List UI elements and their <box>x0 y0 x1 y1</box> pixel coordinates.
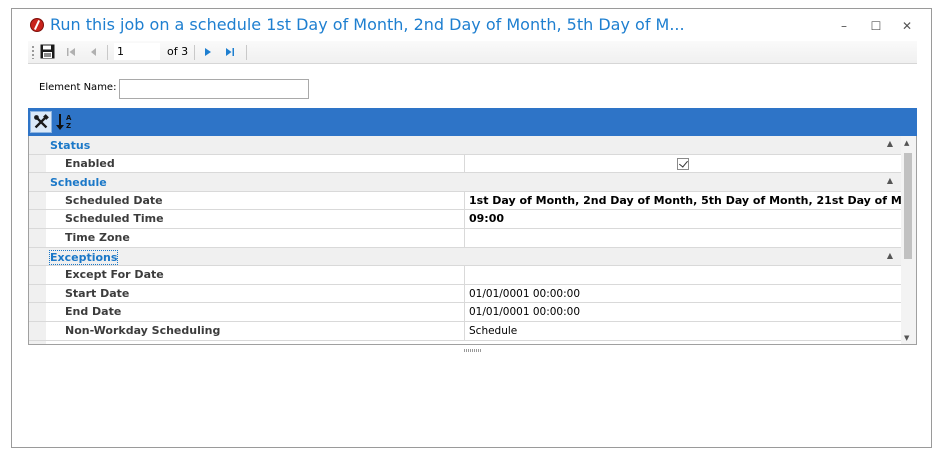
maximize-button[interactable]: ☐ <box>865 17 887 35</box>
app-logo-icon <box>30 18 44 32</box>
property-name: Enabled <box>46 154 465 173</box>
property-row-except-for-date[interactable]: Except For Date <box>29 266 901 285</box>
property-rows: Status ▲ Enabled Schedule ▲ Scheduled Da… <box>29 136 901 341</box>
property-row-start-date[interactable]: Start Date 01/01/0001 00:00:00 <box>29 284 901 304</box>
title-bar: Run this job on a schedule 1st Day of Mo… <box>12 9 931 43</box>
property-name: End Date <box>46 303 465 321</box>
last-record-icon[interactable] <box>224 46 236 58</box>
property-value[interactable]: 01/01/0001 00:00:00 <box>466 303 901 321</box>
element-name-label: Element Name: <box>39 82 117 93</box>
category-status[interactable]: Status ▲ <box>29 136 901 155</box>
property-grid: Status ▲ Enabled Schedule ▲ Scheduled Da… <box>28 136 917 345</box>
property-value[interactable]: 01/01/0001 00:00:00 <box>466 285 901 303</box>
property-value[interactable]: Schedule <box>466 322 901 340</box>
category-exceptions[interactable]: Exceptions ▲ <box>29 247 901 267</box>
save-close-icon[interactable] <box>40 44 55 59</box>
page-count-label: of 3 <box>167 45 189 58</box>
next-record-icon[interactable] <box>202 46 214 58</box>
property-value[interactable] <box>466 266 901 284</box>
separator <box>194 45 195 60</box>
collapse-icon[interactable]: ▲ <box>887 176 893 185</box>
property-row-end-date[interactable]: End Date 01/01/0001 00:00:00 <box>29 303 901 322</box>
property-row-scheduled-date[interactable]: Scheduled Date 1st Day of Month, 2nd Day… <box>29 191 901 211</box>
current-page-input[interactable] <box>114 43 160 60</box>
scroll-thumb[interactable] <box>904 153 912 259</box>
svg-text:A: A <box>66 114 72 122</box>
scroll-up-icon[interactable]: ▲ <box>904 139 909 147</box>
categorized-view-icon[interactable] <box>30 111 52 133</box>
property-row-non-workday-scheduling[interactable]: Non-Workday Scheduling Schedule <box>29 321 901 341</box>
collapse-icon[interactable]: ▲ <box>887 139 893 148</box>
enabled-checkbox[interactable] <box>677 157 689 170</box>
property-name: Time Zone <box>46 228 465 247</box>
first-record-icon[interactable] <box>65 46 77 58</box>
category-label: Exceptions <box>48 249 119 265</box>
property-name: Start Date <box>46 284 465 303</box>
property-value[interactable]: 09:00 <box>466 210 901 228</box>
alphabetical-sort-icon[interactable]: A Z <box>54 111 76 133</box>
property-row-scheduled-time[interactable]: Scheduled Time 09:00 <box>29 210 901 229</box>
property-name: Scheduled Time <box>46 210 465 228</box>
property-name: Scheduled Date <box>46 191 465 210</box>
property-row-time-zone[interactable]: Time Zone <box>29 228 901 248</box>
previous-record-icon[interactable] <box>88 46 100 58</box>
toolbar-grip[interactable] <box>32 46 34 59</box>
record-navigator: of 3 <box>28 41 917 64</box>
property-value[interactable]: 1st Day of Month, 2nd Day of Month, 5th … <box>466 192 901 210</box>
category-label: Schedule <box>50 176 107 190</box>
splitter-handle[interactable] <box>464 349 482 352</box>
minimize-button[interactable]: – <box>833 17 855 35</box>
property-value[interactable] <box>466 229 901 247</box>
close-button[interactable]: ✕ <box>896 17 918 35</box>
category-schedule[interactable]: Schedule ▲ <box>29 173 901 192</box>
separator <box>107 45 108 60</box>
separator <box>246 45 247 60</box>
property-grid-toolbar: A Z <box>28 108 917 136</box>
collapse-icon[interactable]: ▲ <box>887 251 893 260</box>
property-name: Except For Date <box>46 266 465 284</box>
property-value <box>466 155 901 173</box>
property-row-enabled[interactable]: Enabled <box>29 154 901 174</box>
element-name-field[interactable] <box>119 79 309 99</box>
scroll-down-icon[interactable]: ▼ <box>904 334 909 342</box>
dialog-window: Run this job on a schedule 1st Day of Mo… <box>11 8 932 448</box>
window-title: Run this job on a schedule 1st Day of Mo… <box>50 15 685 34</box>
property-name: Non-Workday Scheduling <box>46 321 465 340</box>
category-label: Status <box>50 139 91 152</box>
svg-text:Z: Z <box>66 122 71 130</box>
vertical-scrollbar[interactable]: ▲ ▼ <box>901 136 916 344</box>
